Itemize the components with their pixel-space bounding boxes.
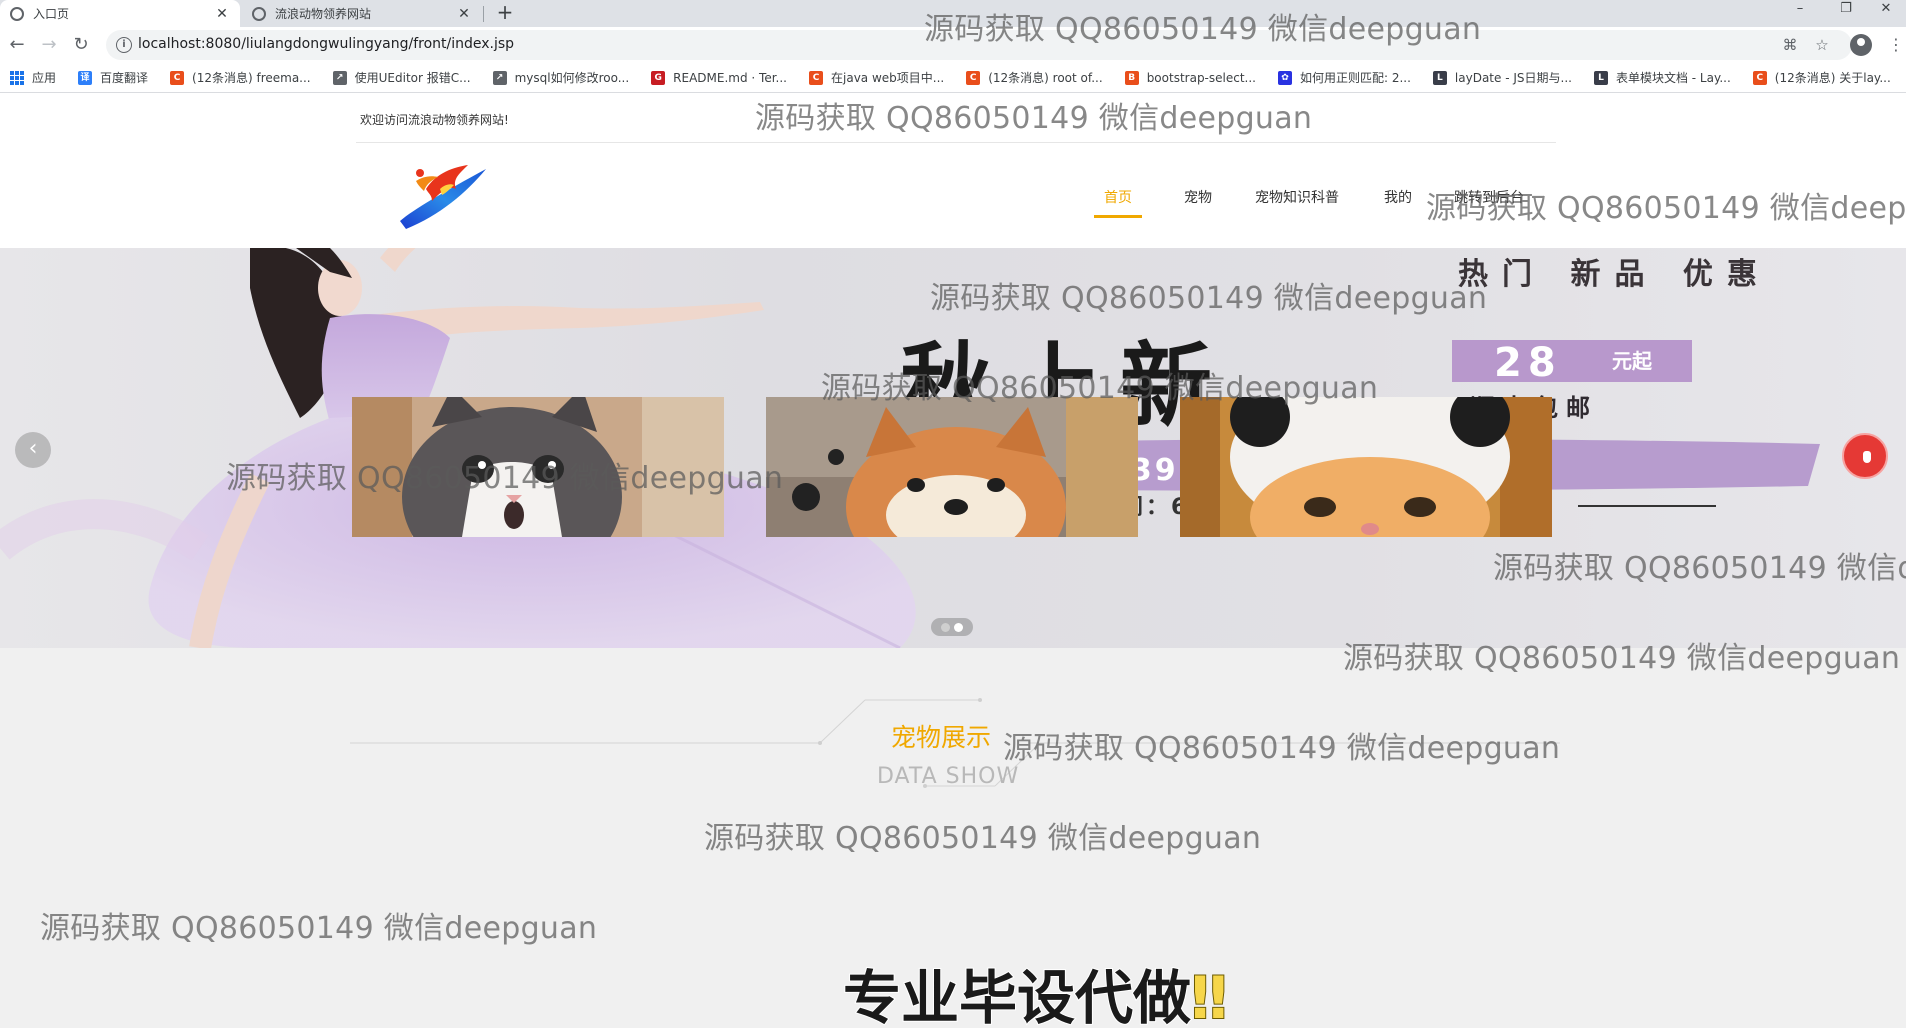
carousel-next-button[interactable]: [1842, 433, 1888, 479]
carousel-indicators: [931, 618, 973, 636]
gitee-icon: G: [651, 70, 666, 85]
bookmark-label: (12条消息) freema...: [192, 71, 311, 85]
new-tab-button[interactable]: +: [494, 0, 516, 27]
site-logo[interactable]: [396, 159, 488, 231]
svg-text:热门 新品 优惠: 热门 新品 优惠: [1458, 257, 1771, 292]
welcome-text: 欢迎访问流浪动物领养网站!: [360, 113, 509, 127]
bookmark-label: 百度翻译: [100, 71, 149, 85]
link-icon: ↗: [332, 70, 347, 85]
bookmark-item[interactable]: LlayDate - JS日期与...: [1432, 69, 1572, 86]
web-page: 欢迎访问流浪动物领养网站! 首页 宠物 宠物知识科普 我的 跳转到后台 热门 新…: [0, 93, 1906, 1028]
section-subtitle: DATA SHOW: [877, 764, 1020, 789]
tab-entry-page[interactable]: 入口页 ✕: [0, 0, 240, 27]
main-nav: 首页 宠物 宠物知识科普 我的 跳转到后台: [1094, 190, 1906, 218]
svg-text:28: 28: [1494, 340, 1562, 386]
bookmark-label: layDate - JS日期与...: [1454, 71, 1572, 85]
bookmark-item[interactable]: Bbootstrap-select...: [1124, 70, 1256, 85]
back-button[interactable]: ←: [5, 33, 29, 57]
menu-icon[interactable]: ⋮: [1888, 34, 1904, 56]
layui-icon: L: [1432, 70, 1447, 85]
csdn-icon: C: [966, 70, 981, 85]
bookmark-label: 应用: [32, 71, 57, 85]
bookmark-label: mysql如何修改roo...: [514, 71, 630, 85]
nav-pet-knowledge[interactable]: 宠物知识科普: [1255, 190, 1339, 218]
nav-admin[interactable]: 跳转到后台: [1454, 190, 1524, 218]
site-icon: [252, 6, 266, 21]
carousel-prev-button[interactable]: ‹: [15, 432, 51, 468]
pet-showcase-section: 宠物展示 DATA SHOW: [0, 648, 1906, 1028]
csdn-icon: C: [170, 70, 185, 85]
bookmark-item[interactable]: C (12条消息) 关于lay...: [1752, 69, 1891, 86]
reload-button[interactable]: ↻: [69, 33, 93, 57]
csdn-icon: C: [809, 70, 823, 85]
pet-card-shiba[interactable]: [766, 397, 1138, 537]
pet-card-cat-hat[interactable]: [1180, 397, 1552, 537]
bookmark-label: 使用UEditor 报错C...: [354, 71, 471, 85]
bookmark-item[interactable]: C 在java web项目中...: [809, 69, 944, 86]
bookmark-label: (12条消息) 关于lay...: [1774, 71, 1891, 85]
profile-avatar[interactable]: [1850, 34, 1872, 56]
bookmark-label: bootstrap-select...: [1146, 70, 1256, 85]
bookmark-label: 如何用正则匹配: 2...: [1299, 71, 1411, 85]
nav-mine[interactable]: 我的: [1384, 190, 1412, 218]
nav-home[interactable]: 首页: [1094, 190, 1142, 218]
pet-card-cat[interactable]: [352, 397, 724, 537]
bookmark-item[interactable]: C (12条消息) freema...: [170, 69, 311, 86]
bookmark-label: 表单模块文档 - Lay...: [1615, 71, 1731, 85]
nav-pets[interactable]: 宠物: [1184, 190, 1212, 218]
layui-icon: L: [1593, 70, 1608, 85]
minimize-button[interactable]: –: [1780, 0, 1820, 27]
carousel-dot[interactable]: [941, 622, 950, 632]
address-bar[interactable]: i localhost:8080/liulangdongwulingyang/f…: [106, 30, 1852, 60]
bookmark-label: README.md · Ter...: [673, 70, 787, 85]
bookmarks-bar: 应用 译百度翻译 C (12条消息) freema... ↗ 使用UEditor 报错C.…: [0, 63, 1906, 93]
section-title: 宠物展示: [891, 723, 992, 752]
svg-text:元起: 元起: [1612, 349, 1653, 373]
bookmark-item[interactable]: L 表单模块文档 - Lay...: [1593, 69, 1731, 86]
bookmark-item[interactable]: 译百度翻译: [78, 69, 148, 86]
url-text[interactable]: localhost:8080/liulangdongwulingyang/fro…: [138, 36, 514, 52]
tab-separator: [483, 6, 484, 22]
close-icon[interactable]: ✕: [456, 6, 472, 22]
carousel-dot-active[interactable]: [954, 622, 963, 632]
restore-button[interactable]: ❐: [1826, 0, 1866, 27]
star-icon[interactable]: ☆: [1812, 35, 1832, 55]
translate-icon[interactable]: ⌘: [1780, 35, 1800, 55]
browser-tab-strip: 入口页 ✕ 流浪动物领养网站 ✕ + – ❐ ✕: [0, 0, 1906, 27]
translate-icon: 译: [78, 70, 93, 85]
forward-button[interactable]: →: [37, 33, 61, 57]
tab-title: 流浪动物领养网站: [275, 7, 372, 21]
bookmark-item[interactable]: 应用: [10, 69, 56, 86]
bookmark-label: 在java web项目中...: [831, 71, 945, 85]
apps-grid-icon: [10, 70, 24, 85]
bookmark-item[interactable]: ↗ 使用UEditor 报错C...: [332, 69, 471, 86]
info-icon[interactable]: i: [116, 37, 132, 53]
header-divider: [356, 142, 1556, 143]
bookmark-label: (12条消息) root of...: [988, 71, 1103, 85]
close-window-button[interactable]: ✕: [1866, 0, 1906, 27]
bootstrap-icon: B: [1124, 70, 1139, 85]
csdn-icon: C: [1752, 70, 1767, 85]
tab-adoption-site[interactable]: 流浪动物领养网站 ✕: [242, 0, 482, 27]
link-icon: ↗: [492, 70, 507, 85]
browser-toolbar: ← → ↻ i localhost:8080/liulangdongwuling…: [0, 27, 1906, 63]
paw-icon: ✿: [1277, 70, 1292, 85]
bookmark-item[interactable]: ↗ mysql如何修改roo...: [492, 69, 630, 86]
bookmark-item[interactable]: C (12条消息) root of...: [966, 69, 1103, 86]
bookmark-item[interactable]: G README.md · Ter...: [651, 70, 787, 85]
globe-icon: [10, 6, 24, 21]
bookmark-item[interactable]: ✿ 如何用正则匹配: 2...: [1277, 69, 1411, 86]
close-icon[interactable]: ✕: [214, 6, 230, 22]
tab-title: 入口页: [33, 7, 70, 21]
